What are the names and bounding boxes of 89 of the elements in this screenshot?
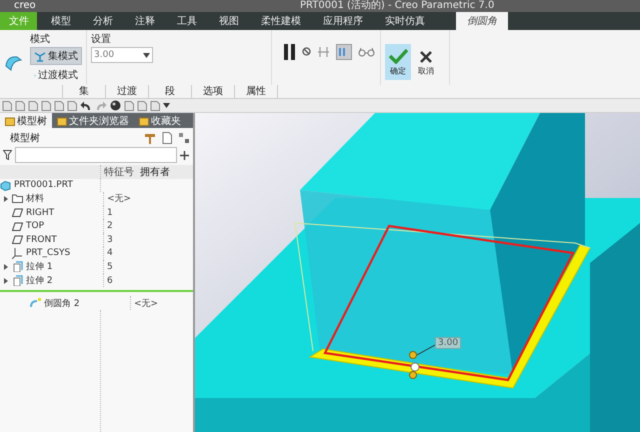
folder-icon (57, 116, 67, 126)
expand-arrow-icon[interactable] (3, 264, 9, 270)
tree-item[interactable]: TOP (26, 221, 44, 232)
tree-item[interactable]: RIGHT (26, 208, 54, 218)
panel-tab[interactable]: 段 (148, 85, 191, 98)
table-cell-text: 4 (106, 248, 114, 258)
confirm-button[interactable]: 确定 (385, 44, 411, 80)
mode-button[interactable]: 集模式 (30, 47, 82, 66)
table-cell-text: 1 (106, 208, 114, 218)
part-icon (0, 180, 11, 191)
window-title: PRT0001 (活动的) - Creo Parametric 7.0 (300, 0, 494, 12)
extrude-icon (12, 261, 23, 272)
cancel-button[interactable]: 取消 (414, 44, 438, 80)
preview-icon[interactable] (336, 44, 352, 60)
search-field[interactable] (15, 147, 177, 163)
app-logo: creo (13, 0, 36, 12)
ribbon-tab[interactable]: 模型 (40, 12, 82, 30)
tree-item[interactable]: FRONT (26, 234, 57, 245)
panel-tab[interactable]: 属性 (234, 85, 278, 98)
column-header: 特征号 (103, 166, 135, 179)
extrude-icon (12, 275, 23, 286)
ribbon-tab[interactable]: 注释 (124, 12, 166, 30)
tree-item[interactable]: 倒圆角 2 (44, 296, 80, 310)
coordinate-system-icon (12, 248, 23, 259)
filter-icon[interactable] (3, 150, 12, 160)
folder-icon (12, 193, 23, 204)
expand-arrow-icon[interactable] (3, 196, 9, 202)
document-icon[interactable] (162, 132, 172, 144)
checkmark-icon (388, 48, 408, 64)
plane-icon (12, 207, 23, 218)
caret-icon (143, 52, 150, 58)
dimension-label[interactable]: 3.00 (435, 337, 462, 349)
tree-item[interactable]: 拉伸 1 (26, 260, 53, 274)
navigator-tab[interactable]: 文件夹浏览器 (52, 113, 134, 128)
ribbon-tab[interactable]: 应用程序 (312, 12, 374, 30)
add-icon[interactable] (180, 150, 189, 160)
document-icon[interactable] (15, 100, 25, 111)
document-icon[interactable] (54, 100, 64, 111)
fork-icon (34, 50, 46, 62)
group-label: 设置 (91, 32, 112, 46)
no-sign-icon[interactable] (302, 47, 311, 56)
navigator-tab[interactable]: 模型树 (0, 113, 52, 128)
insert-marker[interactable] (0, 290, 193, 292)
radius-dropdown[interactable]: 3.00 (91, 47, 153, 64)
group-label: 模式 (30, 32, 51, 46)
expand-arrow-icon[interactable] (3, 278, 9, 284)
mode-button[interactable]: 过渡模式 (30, 66, 82, 84)
ribbon-tab[interactable]: 视图 (208, 12, 250, 30)
tree-item[interactable]: PRT_CSYS (26, 248, 70, 258)
panel-title: 模型树 (10, 132, 41, 145)
document-icon[interactable] (28, 100, 38, 111)
plane-icon (12, 234, 23, 246)
panel-tab[interactable]: 集 (62, 85, 105, 98)
glasses-icon[interactable] (358, 46, 375, 57)
ribbon-tab[interactable]: 实时仿真 (374, 12, 436, 30)
folder-icon (5, 116, 15, 126)
ribbon-tab[interactable]: 柔性建模 (250, 12, 312, 30)
document-icon[interactable] (2, 100, 12, 111)
folder-icon (139, 116, 149, 126)
table-cell-text: 2 (106, 221, 114, 232)
table-cell-text: <无> (106, 193, 132, 206)
document-icon[interactable] (137, 100, 147, 111)
plane-icon (12, 220, 23, 232)
table-cell-text: 6 (106, 276, 114, 286)
round-icon (30, 298, 41, 309)
bracket-icon[interactable] (317, 46, 330, 58)
hammer-icon[interactable] (144, 132, 156, 144)
grid-icon[interactable] (178, 132, 190, 144)
tree-item[interactable]: 拉伸 2 (26, 274, 53, 288)
tree-item[interactable]: 材料 (26, 192, 44, 206)
document-icon[interactable] (124, 100, 134, 111)
table-cell-text: 5 (106, 262, 114, 272)
column-header: 拥有者 (140, 166, 171, 179)
ribbon-tab[interactable]: 倒圆角 (456, 12, 508, 30)
panel-tab[interactable]: 选项 (191, 85, 234, 98)
ribbon-tab[interactable]: 分析 (82, 12, 124, 30)
pause-icon[interactable] (284, 44, 296, 60)
panel-tab[interactable]: 过渡 (105, 85, 148, 98)
tree-item[interactable]: PRT0001.PRT (14, 180, 73, 190)
close-icon (419, 50, 433, 64)
ribbon-tab[interactable]: 工具 (166, 12, 208, 30)
document-icon[interactable] (41, 100, 51, 111)
sphere-icon[interactable] (110, 100, 121, 112)
table-cell-text: <无> (133, 298, 160, 310)
navigator-tab[interactable]: 收藏夹 (134, 113, 186, 128)
document-icon[interactable] (67, 100, 77, 111)
table-cell-text: 3 (106, 234, 114, 245)
undo-icon[interactable] (80, 100, 92, 111)
caret-icon[interactable] (163, 103, 170, 108)
